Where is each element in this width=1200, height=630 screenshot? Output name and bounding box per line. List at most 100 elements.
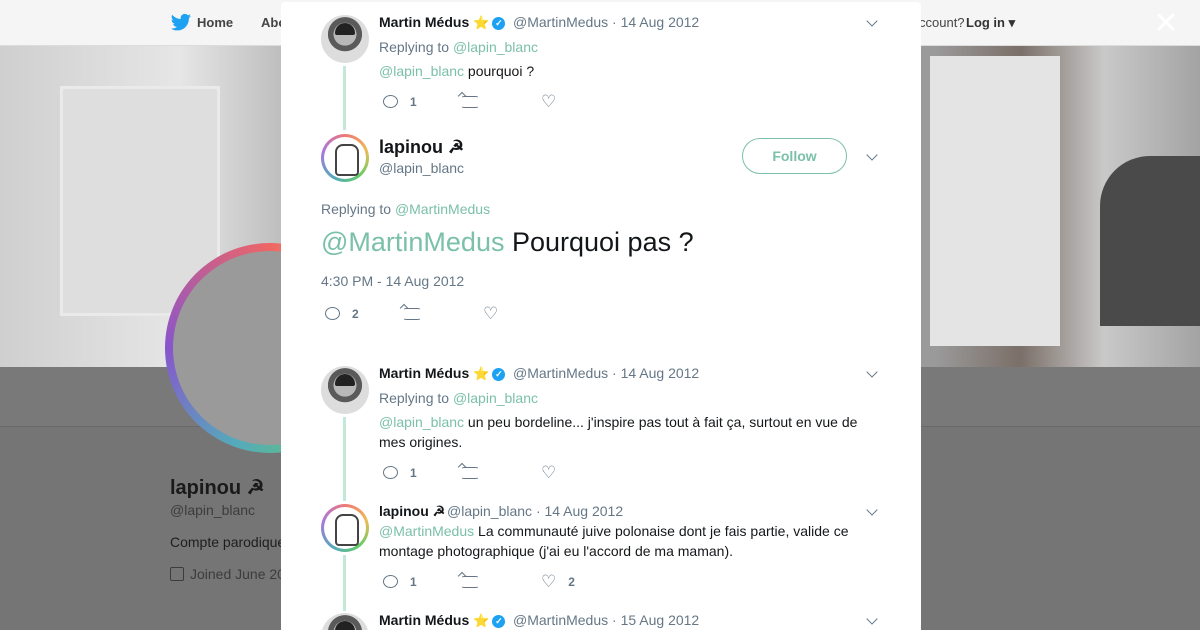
like-icon: ♡ <box>541 463 557 482</box>
tweet-author-handle[interactable]: @MartinMedus <box>513 612 608 628</box>
reply-button[interactable]: 2 <box>325 306 359 324</box>
tweet-date[interactable]: · 14 Aug 2012 <box>536 503 623 519</box>
reply-button[interactable]: 1 <box>383 574 417 592</box>
tweet-actions: 1 ♡ <box>383 463 583 483</box>
tweet-meta: @MartinMedus · 14 Aug 2012 <box>513 365 699 381</box>
replying-to-link[interactable]: @MartinMedus <box>395 201 490 217</box>
tweet-meta: @MartinMedus · 14 Aug 2012 <box>513 14 699 30</box>
banner-decor <box>930 56 1060 346</box>
avatar[interactable] <box>321 134 369 182</box>
avatar[interactable] <box>321 15 369 63</box>
reply-icon <box>383 575 398 588</box>
avatar[interactable] <box>321 613 369 630</box>
tweet-date[interactable]: · 14 Aug 2012 <box>612 14 699 30</box>
tweet-actions: 1 ♡ <box>383 92 583 112</box>
badge-icon: ⭐ <box>473 15 490 30</box>
main-tweet-author-handle[interactable]: @lapin_blanc <box>379 160 464 176</box>
retweet-button[interactable] <box>461 94 479 112</box>
tweet-meta: @lapin_blanc · 14 Aug 2012 <box>447 503 623 519</box>
close-icon[interactable]: ✕ <box>1153 9 1179 39</box>
tweet-author-name[interactable]: lapinou ☭ <box>379 503 445 520</box>
chevron-down-icon[interactable] <box>866 367 880 381</box>
badge-icon: ⭐ <box>473 613 490 628</box>
tweet-modal: Martin Médus ⭐ ✓ @MartinMedus · 14 Aug 201… <box>281 2 921 630</box>
thread-line <box>343 66 346 130</box>
tweet-actions: 1 ♡ 2 <box>383 572 583 592</box>
avatar[interactable] <box>321 366 369 414</box>
mention-link[interactable]: @lapin_blanc <box>379 63 464 79</box>
like-button[interactable]: ♡ 2 <box>541 572 575 592</box>
reply-count: 1 <box>410 575 417 589</box>
tweet-author-name[interactable]: Martin Médus ⭐ ✓ <box>379 612 506 629</box>
reply-button[interactable]: 1 <box>383 465 417 483</box>
login-button[interactable]: Log in ▾ <box>966 15 1015 31</box>
tweet-text: @lapin_blanc pourquoi ? <box>379 63 535 79</box>
tweet-author-name[interactable]: Martin Médus ⭐ ✓ <box>379 365 506 382</box>
reply-count: 1 <box>410 466 417 480</box>
retweet-button[interactable] <box>461 465 479 483</box>
badge-icon: ⭐ <box>473 366 490 381</box>
thread-line <box>343 555 346 611</box>
tweet-meta: @MartinMedus · 15 Aug 2012 <box>513 612 699 628</box>
tweet-text: @lapin_blanc un peu bordeline... j'inspi… <box>379 414 858 450</box>
tweet-author-handle[interactable]: @MartinMedus <box>513 14 608 30</box>
tweet-date[interactable]: · 14 Aug 2012 <box>612 365 699 381</box>
replying-to-link[interactable]: @lapin_blanc <box>453 390 538 406</box>
banner-decor <box>1100 156 1200 326</box>
replying-to: Replying to @MartinMedus <box>321 201 491 217</box>
calendar-icon <box>170 567 184 581</box>
retweet-button[interactable] <box>403 306 421 324</box>
mention-link[interactable]: @MartinMedus <box>379 523 474 539</box>
reply-button[interactable]: 1 <box>383 94 417 112</box>
retweet-icon <box>461 96 479 108</box>
like-count: 2 <box>568 575 575 589</box>
tweet-author-handle[interactable]: @MartinMedus <box>513 365 608 381</box>
chevron-down-icon[interactable] <box>866 505 880 519</box>
profile-handle: @lapin_blanc <box>170 502 256 518</box>
retweet-icon <box>403 308 421 320</box>
main-tweet-author-name[interactable]: lapinou ☭ <box>379 137 464 158</box>
reply-count: 2 <box>352 307 359 321</box>
like-button[interactable]: ♡ <box>483 304 499 324</box>
profile-bio: Compte parodique <box>170 534 286 550</box>
retweet-icon <box>461 467 479 479</box>
twitter-bird-icon[interactable] <box>170 13 192 33</box>
retweet-button[interactable] <box>461 574 479 592</box>
replying-to: Replying to @lapin_blanc <box>379 39 538 55</box>
avatar[interactable] <box>321 504 369 552</box>
chevron-down-icon[interactable] <box>866 150 880 164</box>
tweet-actions: 2 ♡ <box>325 304 525 324</box>
reply-icon <box>325 307 340 320</box>
chevron-down-icon[interactable] <box>866 16 880 30</box>
reply-count: 1 <box>410 95 417 109</box>
profile-joined: Joined June 20 <box>170 566 285 582</box>
like-button[interactable]: ♡ <box>541 463 557 483</box>
tweet-text: @MartinMedus La communauté juive polonai… <box>379 523 849 559</box>
tweet-date[interactable]: · 15 Aug 2012 <box>612 612 699 628</box>
mention-link[interactable]: @MartinMedus <box>321 227 504 257</box>
like-icon: ♡ <box>541 92 557 111</box>
thread-line <box>343 417 346 501</box>
like-icon: ♡ <box>541 572 557 591</box>
profile-name: lapinou ☭ <box>170 477 265 499</box>
replying-to: Replying to @lapin_blanc <box>379 390 538 406</box>
tweet-author-handle[interactable]: @lapin_blanc <box>447 503 532 519</box>
joined-text: Joined June 20 <box>190 566 285 582</box>
main-tweet-text: @MartinMedus Pourquoi pas ? <box>321 227 694 257</box>
mention-link[interactable]: @lapin_blanc <box>379 414 464 430</box>
retweet-icon <box>461 576 479 588</box>
verified-icon: ✓ <box>492 368 506 381</box>
nav-home[interactable]: Home <box>197 15 233 30</box>
verified-icon: ✓ <box>492 17 506 30</box>
replying-to-link[interactable]: @lapin_blanc <box>453 39 538 55</box>
like-button[interactable]: ♡ <box>541 92 557 112</box>
like-icon: ♡ <box>483 304 499 323</box>
verified-icon: ✓ <box>492 615 506 628</box>
have-account-text: ccount? <box>919 15 965 30</box>
reply-icon <box>383 466 398 479</box>
tweet-author-name[interactable]: Martin Médus ⭐ ✓ <box>379 14 506 31</box>
chevron-down-icon[interactable] <box>866 614 880 628</box>
login-label: Log in <box>966 15 1005 30</box>
follow-button[interactable]: Follow <box>742 138 847 174</box>
main-tweet-timestamp[interactable]: 4:30 PM - 14 Aug 2012 <box>321 273 464 289</box>
